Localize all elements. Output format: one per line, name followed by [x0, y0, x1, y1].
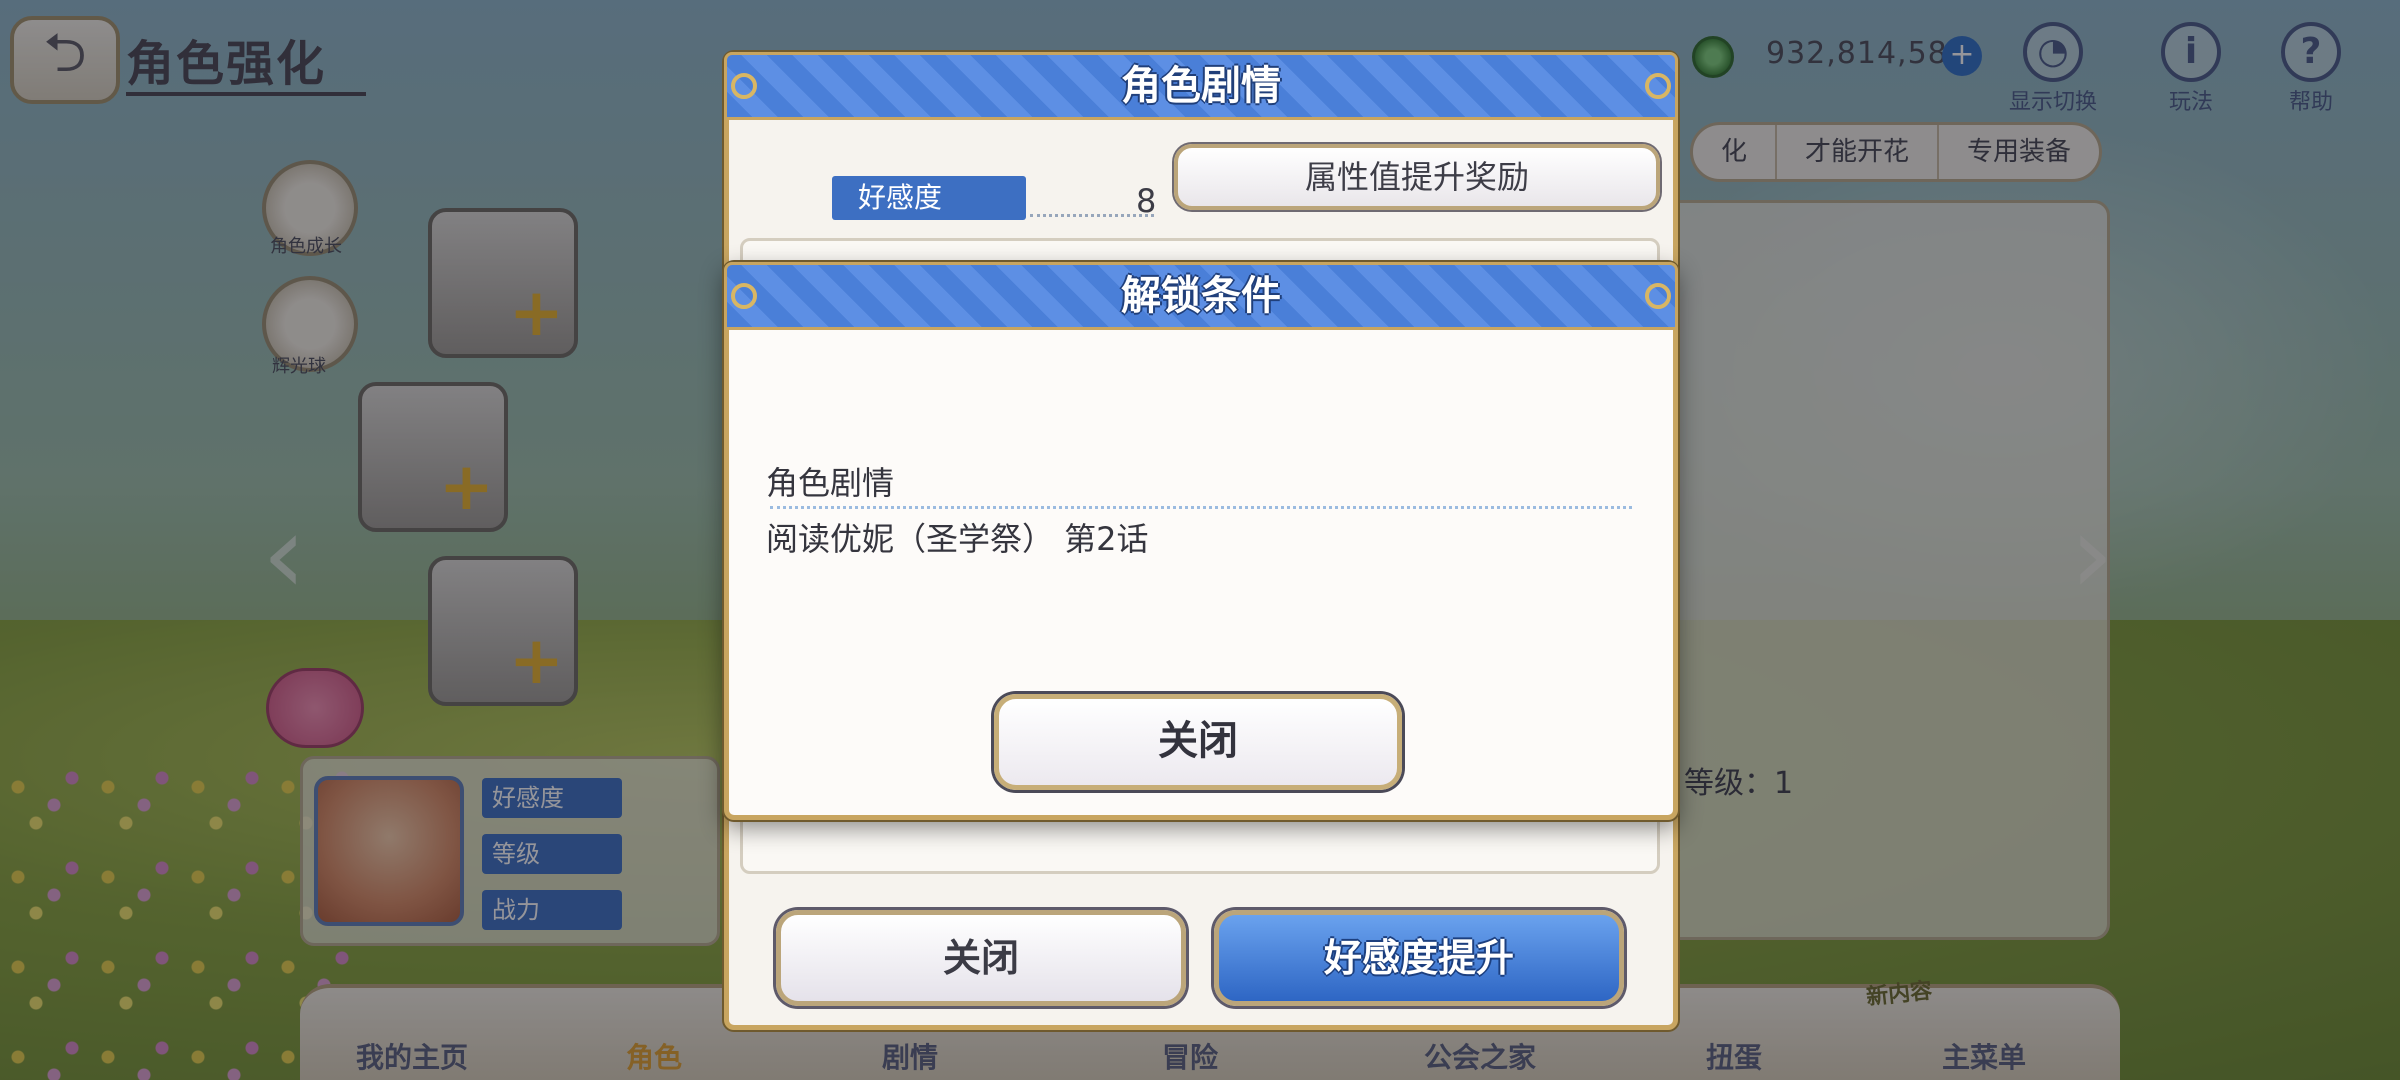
stat-reward-button[interactable]: 属性值提升奖励: [1174, 144, 1660, 210]
dialog-header: 角色剧情: [724, 52, 1678, 120]
corner-ornament-icon: [731, 283, 757, 309]
condition-divider: [770, 506, 1632, 509]
corner-ornament-icon: [1645, 73, 1671, 99]
dialog-header: 解锁条件: [724, 262, 1678, 330]
condition-text: 阅读优妮（圣学祭） 第2话: [766, 520, 1149, 558]
affection-value: 8: [1136, 182, 1157, 220]
unlock-close-button[interactable]: 关闭: [994, 694, 1402, 790]
dialog-title: 角色剧情: [1121, 63, 1281, 109]
affection-label: 好感度: [832, 176, 1026, 220]
story-close-button[interactable]: 关闭: [776, 910, 1186, 1006]
affection-raise-button[interactable]: 好感度提升: [1214, 910, 1624, 1006]
dialog-title: 解锁条件: [1121, 273, 1281, 319]
corner-ornament-icon: [1645, 283, 1671, 309]
corner-ornament-icon: [731, 73, 757, 99]
condition-label: 角色剧情: [766, 464, 895, 502]
